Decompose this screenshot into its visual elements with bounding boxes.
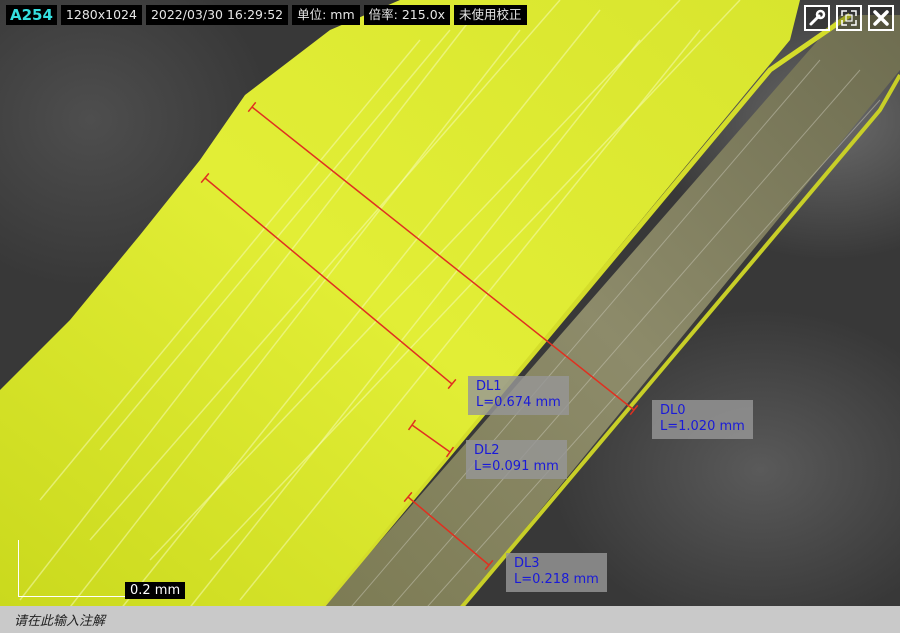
measurement-label-dl2[interactable]: DL2 L=0.091 mm: [466, 440, 567, 479]
image-id: A254: [6, 5, 57, 25]
measurement-length: L=0.218 mm: [514, 572, 599, 587]
measurement-length: L=0.674 mm: [476, 395, 561, 410]
measurement-label-dl0[interactable]: DL0 L=1.020 mm: [652, 400, 753, 439]
measurement-length: L=0.091 mm: [474, 459, 559, 474]
measurement-name: DL0: [660, 403, 686, 418]
capture-datetime: 2022/03/30 16:29:52: [145, 5, 289, 25]
image-resolution: 1280x1024: [60, 5, 142, 25]
microscope-image: [0, 0, 900, 633]
microscope-image-viewer[interactable]: A254 1280x1024 2022/03/30 16:29:52 单位: m…: [0, 0, 900, 633]
annotation-input-bar[interactable]: 请在此输入注解: [0, 606, 900, 633]
scale-bar-label: 0.2 mm: [125, 582, 186, 599]
magnification-label: 倍率: 215.0x: [363, 5, 451, 25]
wrench-icon[interactable]: [804, 5, 830, 31]
expand-icon[interactable]: [836, 5, 862, 31]
measurement-length: L=1.020 mm: [660, 419, 745, 434]
measurement-name: DL2: [474, 443, 500, 458]
unit-label: 单位: mm: [292, 5, 360, 25]
measurement-name: DL1: [476, 379, 502, 394]
annotation-placeholder[interactable]: 请在此输入注解: [14, 610, 105, 629]
measurement-label-dl3[interactable]: DL3 L=0.218 mm: [506, 553, 607, 592]
scale-bar: [18, 540, 129, 597]
measurement-name: DL3: [514, 556, 540, 571]
window-controls: [804, 5, 894, 31]
measurement-label-dl1[interactable]: DL1 L=0.674 mm: [468, 376, 569, 415]
calibration-status: 未使用校正: [454, 5, 527, 25]
image-info-bar: A254 1280x1024 2022/03/30 16:29:52 单位: m…: [0, 4, 527, 26]
close-icon[interactable]: [868, 5, 894, 31]
